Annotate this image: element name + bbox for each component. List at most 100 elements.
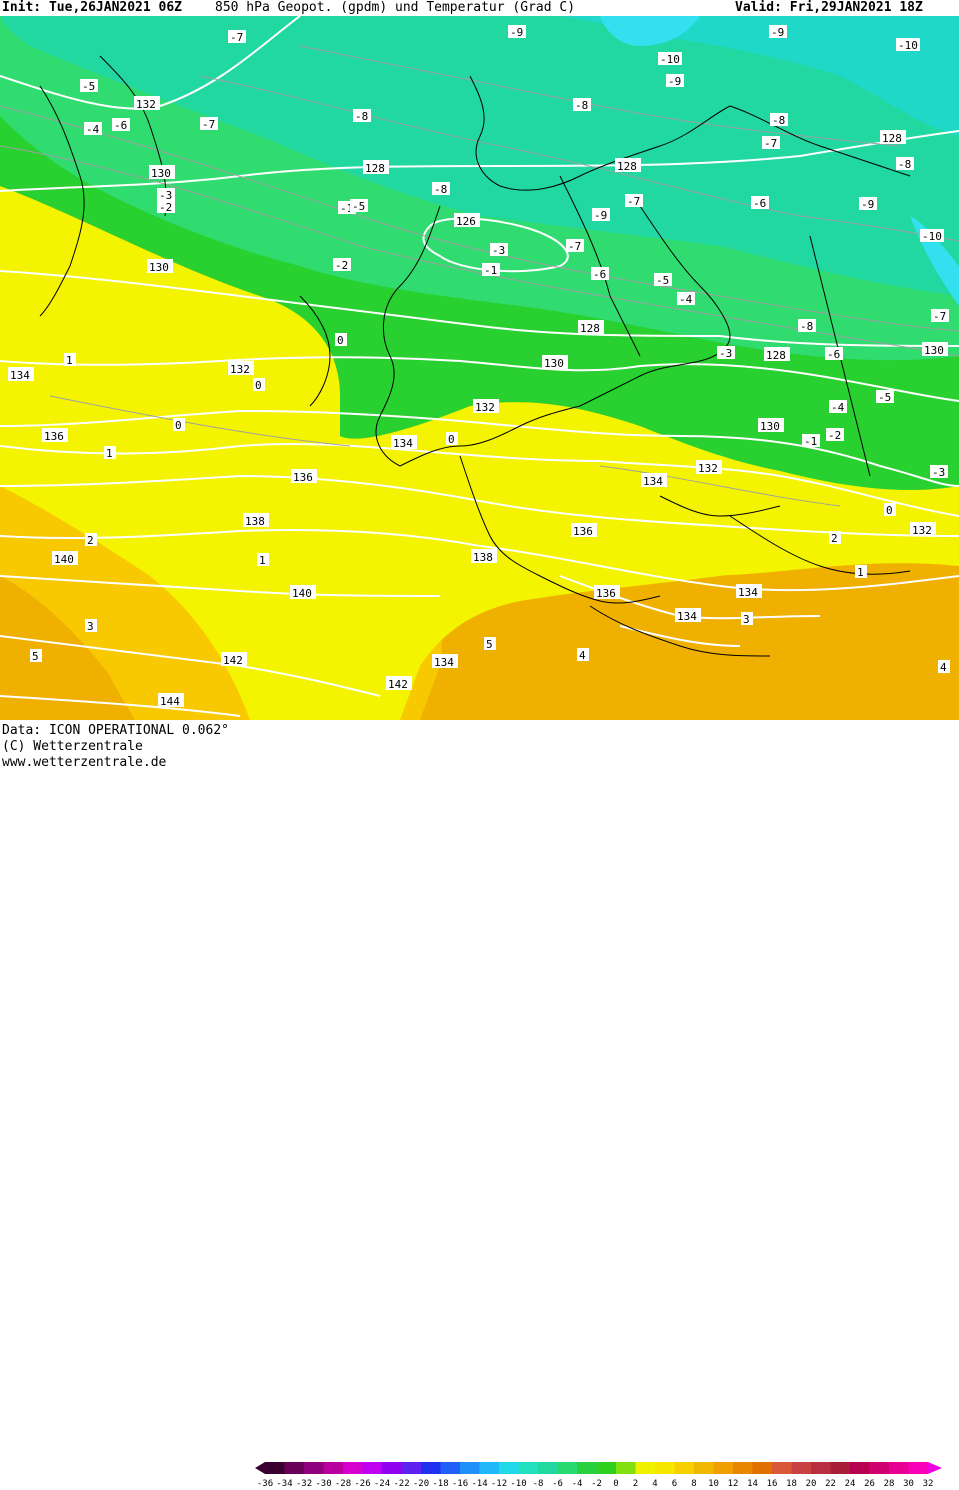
isohypse-label: 128 xyxy=(365,162,385,175)
temperature-label: -5 xyxy=(656,274,669,287)
legend-swatch xyxy=(694,1462,714,1474)
temperature-label: -3 xyxy=(159,189,172,202)
legend-tick-label: 14 xyxy=(747,1479,758,1489)
temperature-label: -4 xyxy=(86,123,100,136)
isohypse-label: 130 xyxy=(544,357,564,370)
isohypse-label: 134 xyxy=(738,586,758,599)
legend-tick-label: 16 xyxy=(767,1479,778,1489)
legend-swatch xyxy=(323,1462,343,1474)
legend-swatch xyxy=(889,1462,909,1474)
legend-tick-label: 8 xyxy=(691,1479,696,1489)
temperature-label: -9 xyxy=(594,209,607,222)
legend-swatch xyxy=(791,1462,811,1474)
temperature-label: -8 xyxy=(800,320,813,333)
isohypse-label: 132 xyxy=(698,462,718,475)
legend-swatch xyxy=(596,1462,616,1474)
isohypse-label: 134 xyxy=(643,475,663,488)
legend-tick-label: 22 xyxy=(825,1479,836,1489)
legend-arrow-left xyxy=(255,1462,265,1474)
temperature-label: -8 xyxy=(575,99,588,112)
legend-tick-label: 10 xyxy=(708,1479,719,1489)
legend-tick-label: 20 xyxy=(806,1479,817,1489)
temperature-label: 2 xyxy=(831,532,838,545)
isohypse-label: 132 xyxy=(475,401,495,414)
legend-swatch xyxy=(557,1462,577,1474)
temperature-label: -7 xyxy=(627,195,640,208)
isohypse-label: 128 xyxy=(580,322,600,335)
temperature-label: 3 xyxy=(87,620,94,633)
temperature-label: 1 xyxy=(66,354,73,367)
temperature-label: 0 xyxy=(255,379,262,392)
legend-swatch xyxy=(382,1462,402,1474)
data-source-text: Data: ICON OPERATIONAL 0.062° xyxy=(2,723,229,738)
legend-tick-label: -2 xyxy=(591,1479,602,1489)
temperature-label: 3 xyxy=(743,613,750,626)
temperature-color-legend: -36 -34 -32 -30 -28 -26 -24 -22 -20 -18 -16 -14 -12-… xyxy=(255,1462,942,1489)
temperature-label: 2 xyxy=(87,534,94,547)
legend-swatch xyxy=(869,1462,889,1474)
temperature-label: -10 xyxy=(898,39,918,52)
legend-tick-label: 32 xyxy=(923,1479,934,1489)
temperature-label: 5 xyxy=(486,638,493,651)
legend-tick-label: 28 xyxy=(884,1479,895,1489)
legend-swatch xyxy=(811,1462,831,1474)
isohypse-label: 142 xyxy=(388,678,408,691)
legend-swatch xyxy=(499,1462,519,1474)
isohypse-label: 136 xyxy=(44,430,64,443)
map-title: 850 hPa Geopot. (gpdm) und Temperatur (G… xyxy=(215,0,576,15)
temperature-label: 1 xyxy=(857,566,864,579)
copyright-text: (C) Wetterzentrale xyxy=(2,739,143,754)
temperature-label: 0 xyxy=(886,504,893,517)
map-svg: 132 130 128 126 128 128 130 132 134 136 … xyxy=(0,16,959,720)
legend-swatch xyxy=(362,1462,382,1474)
legend-tick-label: -34 xyxy=(276,1479,292,1489)
legend-swatch xyxy=(304,1462,324,1474)
legend-tick-label: -24 xyxy=(374,1479,390,1489)
legend-tick-label: -8 xyxy=(533,1479,544,1489)
temperature-label: -8 xyxy=(434,183,447,196)
temperature-label: -7 xyxy=(933,310,946,323)
temperature-label: -7 xyxy=(202,118,215,131)
legend-swatch xyxy=(284,1462,304,1474)
legend-swatch xyxy=(343,1462,363,1474)
legend-tick-label: -14 xyxy=(471,1479,487,1489)
temperature-label: 1 xyxy=(259,554,266,567)
temperature-label: -3 xyxy=(719,347,732,360)
temperature-label: 1 xyxy=(106,447,113,460)
legend-tick-label: 30 xyxy=(903,1479,914,1489)
temperature-label: -2 xyxy=(159,201,172,214)
website-link[interactable]: www.wetterzentrale.de xyxy=(2,756,166,770)
temperature-label: 0 xyxy=(175,419,182,432)
isohypse-label: 144 xyxy=(160,695,180,708)
temperature-label: -8 xyxy=(355,110,368,123)
valid-time: Valid: Fri,29JAN2021 18Z xyxy=(735,0,923,15)
isohypse-label: 132 xyxy=(230,363,250,376)
legend-swatch xyxy=(479,1462,499,1474)
legend-swatch xyxy=(265,1462,285,1474)
legend-tick-label: 6 xyxy=(672,1479,677,1489)
init-time: Init: Tue,26JAN2021 06Z xyxy=(2,0,183,15)
legend-tick-label: -18 xyxy=(432,1479,448,1489)
temperature-label: -9 xyxy=(668,75,681,88)
legend-swatch xyxy=(460,1462,480,1474)
legend-swatch xyxy=(421,1462,441,1474)
legend-swatch xyxy=(674,1462,694,1474)
legend-tick-label: 24 xyxy=(845,1479,856,1489)
isohypse-label: 134 xyxy=(434,656,454,669)
temperature-label: -7 xyxy=(764,137,777,150)
legend-swatch xyxy=(850,1462,870,1474)
legend-swatch xyxy=(616,1462,636,1474)
temperature-label: -2 xyxy=(335,259,348,272)
legend-swatch xyxy=(772,1462,792,1474)
legend-arrow-right xyxy=(928,1462,942,1474)
temperature-label: -8 xyxy=(772,114,785,127)
legend-swatch xyxy=(655,1462,675,1474)
temperature-label: -9 xyxy=(861,198,874,211)
isohypse-label: 138 xyxy=(473,551,493,564)
legend-tick-label: 0 xyxy=(613,1479,618,1489)
legend-tick-label: -6 xyxy=(552,1479,563,1489)
temperature-label: 4 xyxy=(940,661,947,674)
temperature-label: -2 xyxy=(828,429,841,442)
legend-swatch xyxy=(635,1462,655,1474)
legend-swatch xyxy=(401,1462,421,1474)
